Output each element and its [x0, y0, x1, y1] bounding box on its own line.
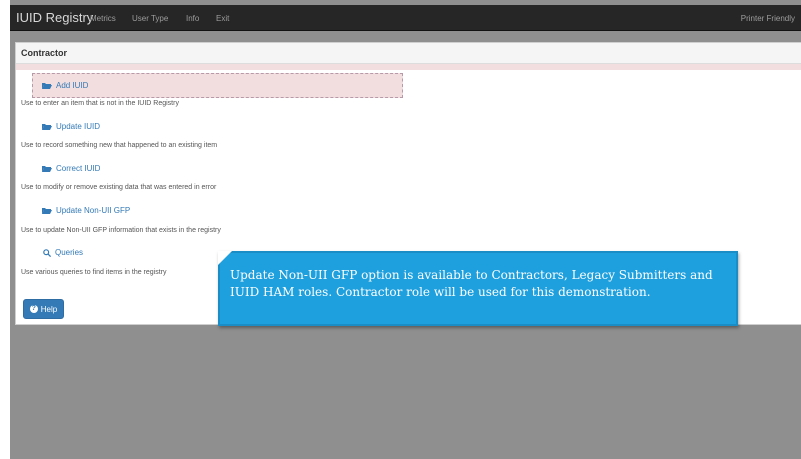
nav-info[interactable]: Info — [186, 14, 199, 23]
queries-link[interactable]: Queries — [43, 248, 83, 257]
update-non-uii-gfp-description: Use to update Non-UII GFP information th… — [21, 227, 221, 234]
brand-link[interactable]: IUID Registry — [16, 10, 93, 25]
folder-open-icon — [42, 124, 52, 130]
nav-exit[interactable]: Exit — [216, 14, 229, 23]
update-non-uii-gfp-link[interactable]: Update Non-UII GFP — [42, 206, 130, 215]
correct-iuid-link[interactable]: Correct IUID — [42, 164, 100, 173]
nav-metrics[interactable]: Metrics — [90, 14, 116, 23]
queries-label: Queries — [55, 248, 84, 257]
correct-iuid-description: Use to modify or remove existing data th… — [21, 184, 217, 191]
navbar: IUID Registry Metrics User Type Info Exi… — [10, 5, 801, 31]
folder-open-icon — [42, 208, 52, 214]
add-iuid-label: Add IUID — [56, 81, 89, 90]
update-non-uii-gfp-label: Update Non-UII GFP — [56, 206, 131, 215]
update-iuid-label: Update IUID — [56, 122, 101, 131]
help-button[interactable]: ? Help — [23, 299, 64, 319]
add-iuid-button[interactable]: Add IUID — [32, 73, 403, 98]
panel-title: Contractor — [21, 48, 68, 58]
update-iuid-description: Use to record something new that happene… — [21, 142, 218, 149]
panel-header: Contractor — [16, 43, 801, 64]
update-iuid-link[interactable]: Update IUID — [42, 122, 100, 131]
add-iuid-description: Use to enter an item that is not in the … — [21, 100, 179, 107]
app-frame: IUID Registry Metrics User Type Info Exi… — [10, 0, 801, 459]
tutorial-callout: Update Non-UII GFP option is available t… — [218, 251, 738, 326]
question-circle-icon: ? — [29, 305, 38, 313]
printer-friendly-link[interactable]: Printer Friendly — [741, 14, 795, 23]
help-label: Help — [40, 304, 58, 314]
folder-open-icon — [42, 166, 52, 172]
nav-user-type[interactable]: User Type — [132, 14, 168, 23]
folder-open-icon — [42, 83, 52, 89]
correct-iuid-label: Correct IUID — [56, 164, 101, 173]
callout-text: Update Non-UII GFP option is available t… — [230, 268, 713, 299]
queries-description: Use various queries to find items in the… — [21, 269, 167, 276]
header-highlight-strip — [16, 64, 801, 70]
search-icon — [43, 248, 51, 257]
callout-notch — [218, 251, 232, 265]
